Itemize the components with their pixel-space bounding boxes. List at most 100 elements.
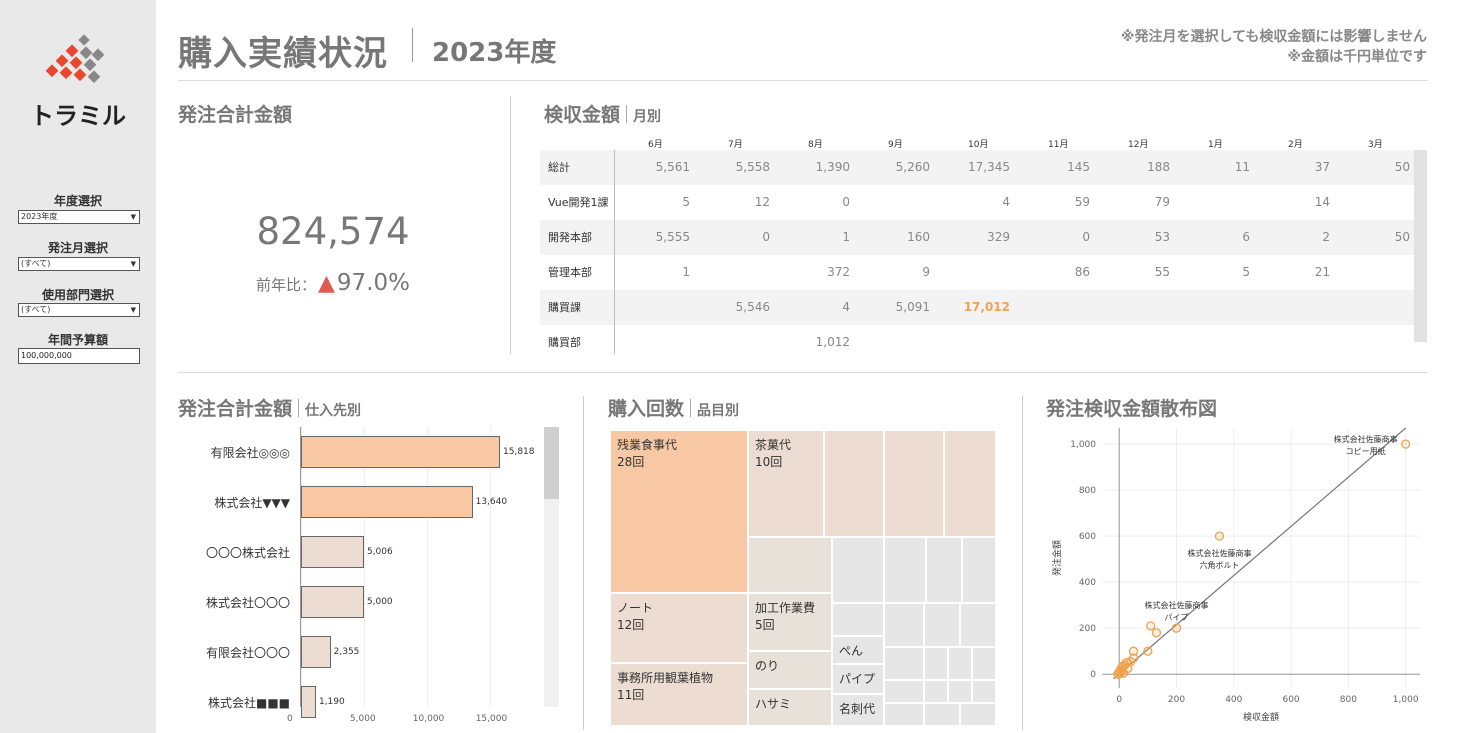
x-tick-label: 400: [1225, 695, 1242, 705]
treemap-tile[interactable]: 加工作業費 5回: [748, 593, 832, 651]
x-tick-label: 15,000: [475, 714, 508, 724]
treemap-tile-label: パイプ: [839, 671, 875, 688]
treemap-tile[interactable]: [884, 603, 924, 647]
bar: [301, 436, 500, 468]
point-annotation: パイプ: [1164, 613, 1188, 622]
month-header: 9月: [888, 140, 903, 150]
table-cell: [700, 325, 770, 354]
table-cell: 86: [1074, 265, 1090, 279]
table-cell: 1: [842, 230, 850, 244]
point-annotation: 株式会社佐藤商事: [1144, 600, 1208, 610]
yoy-label: 前年比：: [255, 276, 316, 294]
bar-divider: [583, 396, 584, 730]
treemap-tile[interactable]: 残業食事代 28回: [610, 430, 748, 593]
treemap-tile[interactable]: 茶菓代 10回: [748, 430, 824, 537]
table-row: 開発本部 5,555 0 1 160 329 0 53 6 2 50: [540, 220, 1415, 255]
y-axis-label: 発注金額: [1051, 540, 1063, 576]
table-cell: 2: [1322, 230, 1330, 244]
y-tick-label: 400: [1079, 578, 1096, 588]
treemap-tile[interactable]: 名刺代: [832, 694, 884, 726]
treemap-tile[interactable]: [884, 647, 924, 680]
scatter-point[interactable]: [1117, 661, 1128, 671]
table-row: Vue開発1課 5 12 0 4 59 79 14: [540, 185, 1415, 220]
chevron-down-icon: ▼: [130, 213, 136, 221]
budget-input[interactable]: 100,000,000: [18, 348, 140, 364]
table-cell: [940, 255, 1010, 290]
scatter-point[interactable]: [1113, 669, 1123, 679]
table-cell: [1260, 290, 1330, 325]
month-header: 6月: [648, 140, 663, 150]
table-cell: 188: [1147, 160, 1170, 174]
treemap-tile[interactable]: ハサミ: [748, 689, 832, 726]
treemap-tile-label: 加工作業費 5回: [755, 600, 815, 634]
scatter-point[interactable]: [1143, 646, 1153, 656]
supplier-title: 発注合計金額 仕入先別: [178, 394, 361, 421]
bar: [301, 536, 364, 568]
treemap-tile[interactable]: [884, 430, 944, 537]
chart-scrollbar-thumb[interactable]: [544, 427, 559, 499]
treemap-tile[interactable]: [972, 680, 996, 703]
scatter-point[interactable]: [1151, 628, 1162, 638]
month-select[interactable]: (すべて) ▼: [18, 257, 140, 271]
table-cell: [1180, 325, 1250, 354]
year-select[interactable]: 2023年度 ▼: [18, 210, 140, 224]
items-treemap: 残業食事代 28回 茶菓代 10回 ノート 12回事務所用観葉植物 11回 加工作業費 5回のり…: [610, 430, 996, 726]
treemap-tile[interactable]: [972, 647, 996, 680]
treemap-tile[interactable]: [926, 537, 962, 603]
table-cell: 59: [1074, 195, 1090, 209]
treemap-tile[interactable]: [924, 603, 960, 647]
scatter-point[interactable]: [1171, 623, 1182, 633]
treemap-tile[interactable]: [884, 703, 924, 726]
x-tick-label: 0: [287, 714, 293, 724]
tile-count: 10回: [755, 455, 783, 469]
treemap-tile[interactable]: [948, 647, 972, 680]
table-cell: [1020, 290, 1090, 325]
month-header: 1月: [1208, 140, 1223, 150]
treemap-tile[interactable]: [944, 430, 996, 537]
treemap-tile-label: 事務所用観葉植物 11回: [617, 670, 713, 704]
treemap-tile[interactable]: [924, 703, 960, 726]
scatter-point[interactable]: [1214, 531, 1225, 541]
treemap-tile[interactable]: ノート 12回: [610, 593, 748, 663]
table-cell: 12: [754, 195, 770, 209]
dept-select[interactable]: (すべて) ▼: [18, 303, 140, 317]
treemap-tile[interactable]: ぺん: [832, 636, 884, 664]
table-cell: 9: [922, 265, 930, 279]
treemap-tile[interactable]: [884, 680, 924, 703]
table-scrollbar[interactable]: [1414, 150, 1427, 342]
treemap-tile[interactable]: 事務所用観葉植物 11回: [610, 663, 748, 726]
month-header: 12月: [1128, 140, 1149, 150]
table-cell: 145: [1067, 160, 1090, 174]
table-cell: [620, 325, 690, 354]
treemap-tile[interactable]: [832, 603, 884, 636]
treemap-tile[interactable]: パイプ: [832, 664, 884, 694]
treemap-tile[interactable]: [832, 537, 884, 603]
treemap-tile[interactable]: [924, 647, 948, 680]
table-cell: [1180, 185, 1250, 220]
scatter-point[interactable]: [1401, 439, 1411, 449]
treemap-tile[interactable]: [960, 603, 996, 647]
treemap-tile[interactable]: のり: [748, 651, 832, 689]
treemap-tile[interactable]: [924, 680, 948, 703]
tile-name: 残業食事代: [617, 438, 678, 452]
treemap-tile[interactable]: [824, 430, 884, 537]
scatter-point[interactable]: [1146, 621, 1156, 631]
tile-count: 11回: [617, 688, 645, 702]
month-filter-label: 発注月選択: [47, 241, 108, 255]
table-cell: 5,091: [895, 300, 930, 314]
bar-category-label: 株式会社▼▼▼: [214, 496, 290, 510]
bar-category-label: 有限会社〇〇〇: [205, 646, 290, 660]
items-subtitle: 品目別: [697, 403, 740, 419]
treemap-tile[interactable]: [884, 537, 926, 603]
tile-count: 12回: [617, 618, 645, 632]
treemap-tile[interactable]: [962, 537, 996, 603]
x-tick-label: 10,000: [412, 714, 445, 724]
supplier-title-text: 発注合計金額: [178, 398, 293, 420]
treemap-tile[interactable]: [748, 537, 832, 593]
header-divider: [178, 80, 1428, 81]
treemap-tile[interactable]: [960, 703, 996, 726]
page-title: 購入実績状況: [178, 34, 388, 74]
y-tick-label: 0: [1090, 670, 1096, 680]
treemap-tile[interactable]: [948, 680, 972, 703]
table-cell: [620, 290, 690, 325]
